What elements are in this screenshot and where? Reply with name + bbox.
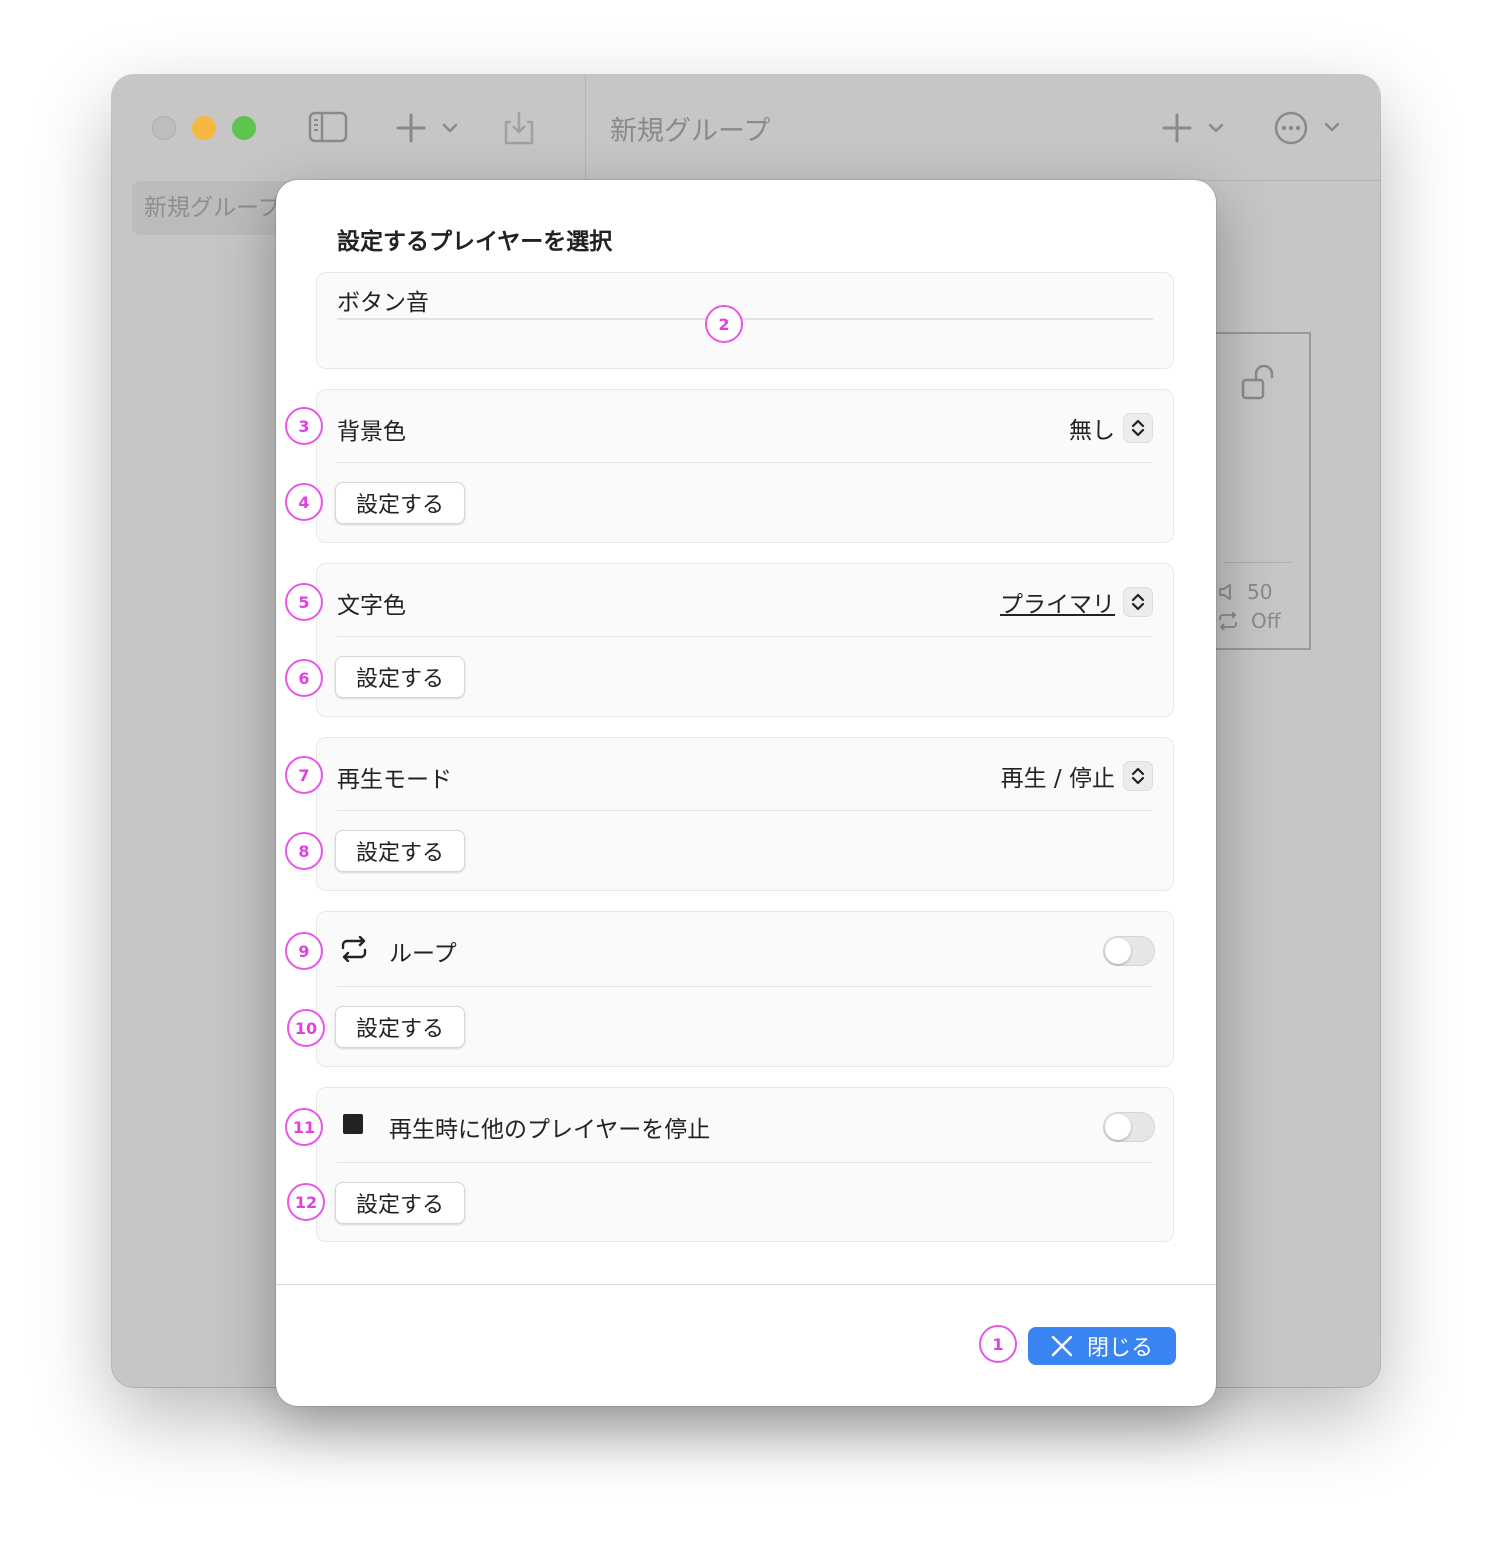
- annotation-badge-9: 9: [285, 932, 323, 970]
- section-text-color: 文字色 プライマリ 設定する: [316, 563, 1174, 717]
- speaker-icon: [1219, 584, 1231, 600]
- background-color-set-button[interactable]: 設定する: [335, 482, 465, 524]
- window-zoom-button[interactable]: [232, 116, 256, 140]
- play-mode-value: 再生 / 停止: [1000, 766, 1115, 792]
- add-player-menu-icon[interactable]: [1162, 113, 1226, 143]
- player-card-loop: Off: [1251, 609, 1281, 633]
- button-sound-slider[interactable]: [337, 318, 1153, 320]
- toggle-knob: [1105, 938, 1131, 964]
- background-color-select[interactable]: 無し: [1069, 411, 1153, 445]
- close-button[interactable]: 閉じる: [1028, 1327, 1176, 1365]
- play-mode-select[interactable]: 再生 / 停止: [1001, 759, 1153, 793]
- annotation-badge-8: 8: [285, 832, 323, 870]
- more-menu-icon[interactable]: [1274, 111, 1344, 145]
- annotation-badge-7: 7: [285, 756, 323, 794]
- close-button-label: 閉じる: [1086, 1336, 1153, 1361]
- repeat-icon: [341, 936, 367, 962]
- loop-label: ループ: [389, 941, 457, 967]
- background-color-label: 背景色: [337, 419, 406, 445]
- stop-others-label: 再生時に他のプレイヤーを停止: [389, 1117, 711, 1143]
- window-title: 新規グループ: [610, 116, 771, 147]
- updown-chevron-icon: [1123, 413, 1153, 443]
- row-divider: [337, 636, 1153, 637]
- play-mode-label: 再生モード: [337, 767, 452, 793]
- button-sound-label: ボタン音: [337, 290, 429, 316]
- annotation-badge-4: 4: [285, 483, 323, 521]
- stop-others-set-button[interactable]: 設定する: [335, 1182, 465, 1224]
- row-divider: [337, 462, 1153, 463]
- toggle-knob: [1105, 1114, 1131, 1140]
- section-play-mode: 再生モード 再生 / 停止 設定する: [316, 737, 1174, 891]
- loop-set-button[interactable]: 設定する: [335, 1006, 465, 1048]
- repeat-icon: [1219, 612, 1237, 630]
- section-stop-others: 再生時に他のプレイヤーを停止 設定する: [316, 1087, 1174, 1242]
- text-color-value: プライマリ: [1000, 592, 1115, 618]
- footer-divider: [276, 1284, 1216, 1285]
- annotation-badge-2: 2: [705, 305, 743, 343]
- section-background-color: 背景色 無し 設定する: [316, 389, 1174, 543]
- annotation-badge-11: 11: [285, 1108, 323, 1146]
- add-menu-icon[interactable]: [396, 113, 460, 143]
- stop-others-toggle[interactable]: [1103, 1112, 1155, 1142]
- text-color-select[interactable]: プライマリ: [1000, 585, 1153, 619]
- loop-toggle[interactable]: [1103, 936, 1155, 966]
- annotation-badge-1: 1: [979, 1325, 1017, 1363]
- updown-chevron-icon: [1123, 761, 1153, 791]
- annotation-badge-5: 5: [285, 583, 323, 621]
- updown-chevron-icon: [1123, 587, 1153, 617]
- row-divider: [337, 810, 1153, 811]
- background-color-value: 無し: [1069, 418, 1115, 444]
- unlock-icon[interactable]: [1240, 364, 1280, 402]
- row-divider: [337, 1162, 1153, 1163]
- annotation-badge-3: 3: [285, 407, 323, 445]
- text-color-set-button[interactable]: 設定する: [335, 656, 465, 698]
- annotation-badge-6: 6: [285, 659, 323, 697]
- row-divider: [337, 986, 1153, 987]
- player-card-volume: 50: [1247, 580, 1273, 604]
- section-loop: ループ 設定する: [316, 911, 1174, 1067]
- sidebar-toggle-icon[interactable]: [308, 111, 348, 143]
- window-close-button[interactable]: [152, 116, 176, 140]
- close-icon: [1051, 1335, 1073, 1357]
- text-color-label: 文字色: [337, 593, 406, 619]
- player-card-divider: [1224, 562, 1291, 563]
- annotation-badge-10: 10: [287, 1009, 325, 1047]
- dialog-title: 設定するプレイヤーを選択: [337, 229, 613, 255]
- play-mode-set-button[interactable]: 設定する: [335, 830, 465, 872]
- stop-square-icon: [343, 1114, 363, 1134]
- player-settings-dialog: 設定するプレイヤーを選択 ボタン音 2 背景色 無し 設定する 3 4 文字色 …: [276, 180, 1216, 1406]
- annotation-badge-12: 12: [287, 1183, 325, 1221]
- window-minimize-button[interactable]: [192, 116, 216, 140]
- import-icon[interactable]: [502, 110, 536, 146]
- section-button-sound: ボタン音: [316, 272, 1174, 369]
